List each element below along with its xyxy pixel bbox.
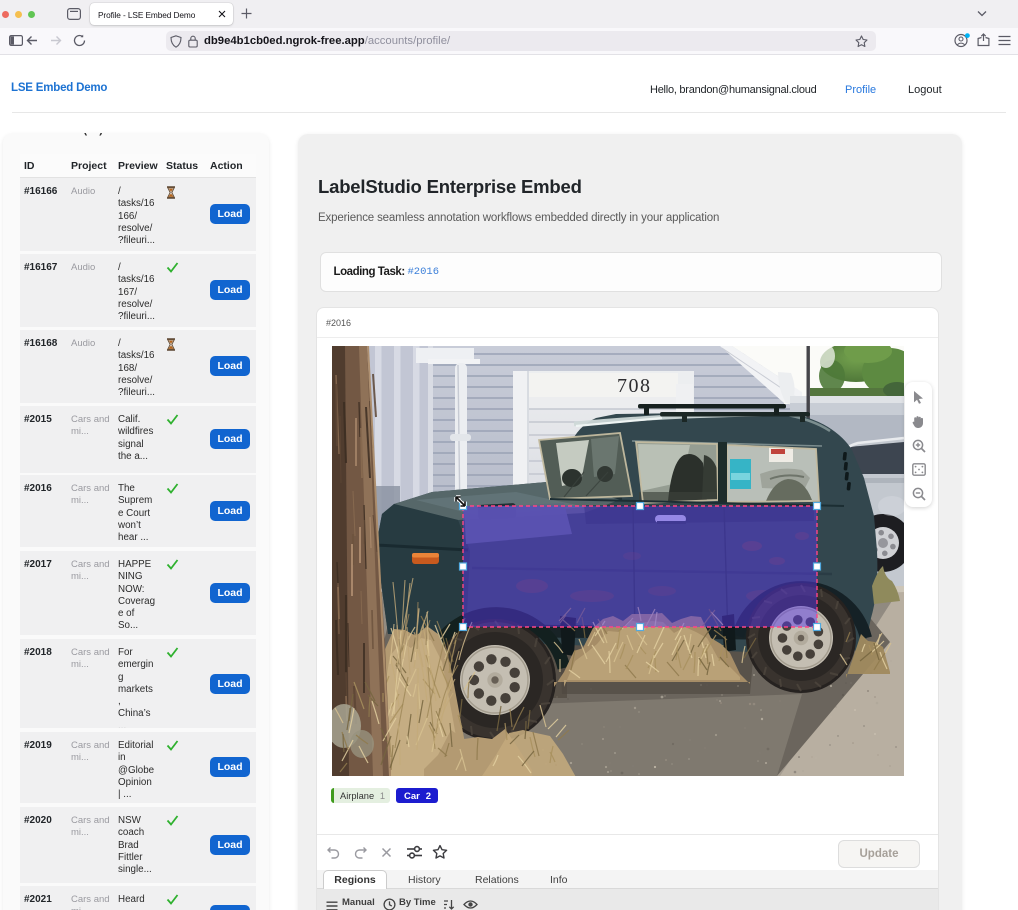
svg-text:708: 708 [617, 375, 652, 397]
